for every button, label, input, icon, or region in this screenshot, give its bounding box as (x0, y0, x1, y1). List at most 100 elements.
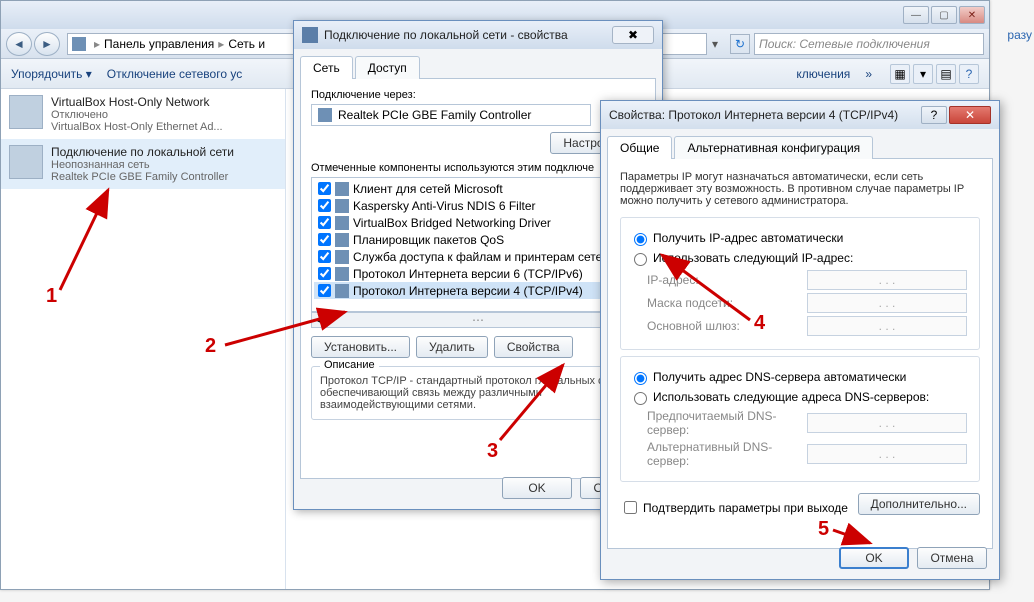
dialog-title: Подключение по локальной сети - свойства (324, 28, 568, 42)
network-icon (302, 27, 318, 43)
ip-address-label: IP-адрес: (647, 273, 807, 287)
dns-manual-radio[interactable]: Использовать следующие адреса DNS-сервер… (629, 389, 971, 405)
toolbar-overflow[interactable]: » (865, 67, 872, 81)
uninstall-button[interactable]: Удалить (416, 336, 488, 358)
view-dropdown-icon[interactable]: ▾ (913, 64, 933, 84)
dns-auto-radio[interactable]: Получить адрес DNS-сервера автоматически (629, 369, 971, 385)
install-button[interactable]: Установить... (311, 336, 410, 358)
organize-button[interactable]: Упорядочить ▾ (11, 67, 92, 81)
component-checkbox[interactable] (318, 199, 331, 212)
component-checkbox[interactable] (318, 267, 331, 280)
help-button[interactable]: ? (921, 106, 947, 124)
scroll-left-icon[interactable]: ◂ (312, 313, 328, 327)
radio-label: Получить IP-адрес автоматически (653, 231, 843, 245)
adapter-icon (9, 95, 43, 129)
disable-device-button[interactable]: Отключение сетевого ус (107, 67, 242, 81)
connection-item-lan[interactable]: Подключение по локальной сети Неопознанн… (1, 139, 285, 189)
component-item-tcpipv4[interactable]: Протокол Интернета версии 4 (TCP/IPv4) (314, 282, 642, 299)
component-checkbox[interactable] (318, 182, 331, 195)
connect-via-label: Подключение через: (311, 89, 645, 101)
radio-input[interactable] (634, 372, 647, 385)
advanced-button[interactable]: Дополнительно... (858, 493, 980, 515)
minimize-button[interactable]: — (903, 6, 929, 24)
component-label: VirtualBox Bridged Networking Driver (353, 216, 551, 230)
separator-icon: ▸ (94, 37, 100, 51)
component-item[interactable]: Планировщик пакетов QoS (314, 231, 642, 248)
tab-alternate[interactable]: Альтернативная конфигурация (674, 136, 873, 159)
validate-on-exit-checkbox[interactable]: Подтвердить параметры при выходе (620, 498, 848, 517)
toolbar-item[interactable]: ключения (796, 67, 850, 81)
adapter-icon (9, 145, 43, 179)
maximize-button[interactable]: ▢ (931, 6, 957, 24)
protocol-icon (335, 284, 349, 298)
breadcrumb-item[interactable]: Панель управления (104, 37, 214, 51)
description-group: Описание Протокол TCP/IP - стандартный п… (311, 366, 645, 420)
preferred-dns-field: . . . (807, 413, 967, 433)
refresh-button[interactable]: ↻ (730, 34, 750, 54)
forward-button[interactable]: ► (34, 32, 60, 56)
component-item[interactable]: Клиент для сетей Microsoft (314, 180, 642, 197)
breadcrumb-item[interactable]: Сеть и (228, 37, 265, 51)
close-button[interactable]: ✖ (612, 26, 654, 44)
service-icon (335, 233, 349, 247)
properties-button[interactable]: Свойства (494, 336, 573, 358)
component-label: Протокол Интернета версии 4 (TCP/IPv4) (353, 284, 583, 298)
client-icon (335, 182, 349, 196)
radio-input[interactable] (634, 392, 647, 405)
radio-label: Использовать следующий IP-адрес: (653, 251, 853, 265)
adapter-field: Realtek PCIe GBE Family Controller (311, 104, 591, 126)
intro-text: Параметры IP могут назначаться автоматич… (620, 171, 980, 207)
service-icon (335, 250, 349, 264)
subnet-mask-label: Маска подсети: (647, 296, 807, 310)
tab-content: Параметры IP могут назначаться автоматич… (607, 159, 993, 549)
connection-adapter: VirtualBox Host-Only Ethernet Ad... (51, 121, 223, 133)
subnet-mask-field: . . . (807, 293, 967, 313)
annotation-1: 1 (46, 285, 57, 308)
tabs: Общие Альтернативная конфигурация (607, 135, 993, 159)
connection-item-virtualbox[interactable]: VirtualBox Host-Only Network Отключено V… (1, 89, 285, 139)
radio-input[interactable] (634, 233, 647, 246)
horizontal-scrollbar[interactable]: ◂ ⋯ ▸ (311, 312, 645, 328)
close-button[interactable]: ✕ (959, 6, 985, 24)
ip-address-field: . . . (807, 270, 967, 290)
computer-icon (72, 37, 86, 51)
preview-pane-icon[interactable]: ▤ (936, 64, 956, 84)
ip-auto-radio[interactable]: Получить IP-адрес автоматически (629, 230, 971, 246)
tab-general[interactable]: Общие (607, 136, 672, 159)
dialog-titlebar: Свойства: Протокол Интернета версии 4 (T… (601, 101, 999, 129)
component-checkbox[interactable] (318, 250, 331, 263)
annotation-2: 2 (205, 335, 216, 358)
component-item[interactable]: Kaspersky Anti-Virus NDIS 6 Filter (314, 197, 642, 214)
component-item[interactable]: Служба доступа к файлам и принтерам сете… (314, 248, 642, 265)
cancel-button[interactable]: Отмена (917, 547, 987, 569)
ip-manual-radio[interactable]: Использовать следующий IP-адрес: (629, 250, 971, 266)
back-button[interactable]: ◄ (6, 32, 32, 56)
close-button[interactable]: ✕ (949, 106, 991, 124)
checkbox-input[interactable] (624, 501, 637, 514)
search-input[interactable]: Поиск: Сетевые подключения (754, 33, 984, 55)
ok-button[interactable]: OK (502, 477, 572, 499)
component-item[interactable]: Протокол Интернета версии 6 (TCP/IPv6) (314, 265, 642, 282)
component-checkbox[interactable] (318, 233, 331, 246)
component-item[interactable]: VirtualBox Bridged Networking Driver (314, 214, 642, 231)
service-icon (335, 199, 349, 213)
component-checkbox[interactable] (318, 284, 331, 297)
dropdown-icon[interactable]: ▾ (712, 37, 726, 51)
radio-input[interactable] (634, 253, 647, 266)
component-label: Планировщик пакетов QoS (353, 233, 504, 247)
component-label: Kaspersky Anti-Virus NDIS 6 Filter (353, 199, 536, 213)
components-list[interactable]: Клиент для сетей Microsoft Kaspersky Ant… (311, 177, 645, 312)
component-label: Служба доступа к файлам и принтерам сете… (353, 250, 625, 264)
radio-label: Получить адрес DNS-сервера автоматически (653, 370, 906, 384)
dialog-titlebar: Подключение по локальной сети - свойства… (294, 21, 662, 49)
preferred-dns-label: Предпочитаемый DNS-сервер: (647, 409, 807, 437)
component-checkbox[interactable] (318, 216, 331, 229)
ok-button[interactable]: OK (839, 547, 909, 569)
tab-sharing[interactable]: Доступ (355, 56, 420, 79)
tab-network[interactable]: Сеть (300, 56, 353, 79)
description-legend: Описание (320, 359, 379, 371)
view-icon[interactable]: ▦ (890, 64, 910, 84)
ipv4-properties-dialog: Свойства: Протокол Интернета версии 4 (T… (600, 100, 1000, 580)
help-icon[interactable]: ? (959, 64, 979, 84)
search-placeholder: Поиск: Сетевые подключения (759, 37, 930, 51)
